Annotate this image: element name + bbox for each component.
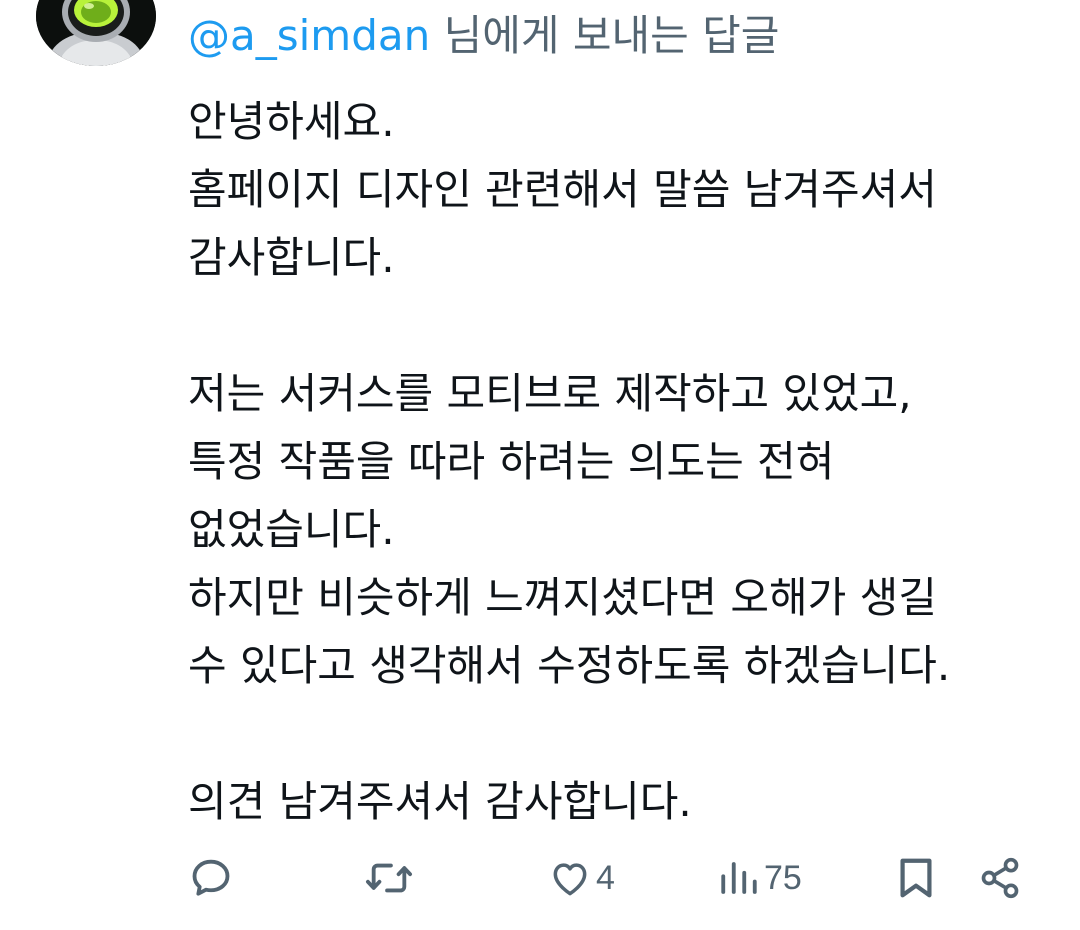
tweet-text-line: 특정 작품을 따라 하려는 의도는 전혀 (188, 437, 835, 486)
reply-context-suffix: 님에게 보내는 답글 (430, 11, 780, 60)
like-count: 4 (596, 858, 615, 897)
replied-user-handle[interactable]: @a_simdan (188, 11, 430, 60)
views-count: 75 (764, 858, 802, 897)
tweet-text: 안녕하세요. 홈페이지 디자인 관련해서 말씀 남겨주셔서 감사합니다. 저는 … (188, 88, 1058, 836)
heart-icon (553, 863, 587, 896)
tweet-text-line: 하지만 비슷하게 느껴지셨다면 오해가 생길 (188, 573, 937, 622)
tweet-text-line: 홈페이지 디자인 관련해서 말씀 남겨주셔서 (188, 165, 937, 214)
retweet-icon (365, 863, 412, 893)
tweet: @a_simdan 님에게 보내는 답글 안녕하세요. 홈페이지 디자인 관련해… (0, 0, 1080, 930)
avatar[interactable] (36, 0, 156, 66)
tweet-action-bar: 4 75 (0, 850, 1080, 906)
reply-context: @a_simdan 님에게 보내는 답글 (188, 10, 779, 62)
tweet-text-line: 의견 남겨주셔서 감사합니다. (188, 777, 692, 826)
retweet-button[interactable] (364, 850, 414, 906)
tweet-text-line: 안녕하세요. (188, 97, 395, 146)
reply-button[interactable] (188, 850, 234, 906)
astronaut-avatar-image (36, 0, 156, 66)
bookmark-button[interactable] (896, 850, 936, 906)
tweet-text-line: 수 있다고 생각해서 수정하도록 하겠습니다. (188, 641, 951, 690)
views-icon (721, 862, 757, 894)
tweet-text-line: 없었습니다. (188, 505, 395, 554)
bookmark-icon (900, 858, 932, 898)
like-button[interactable]: 4 (548, 850, 615, 906)
views-button[interactable]: 75 (718, 850, 802, 906)
tweet-text-line: 감사합니다. (188, 233, 395, 282)
share-button[interactable] (978, 850, 1022, 906)
reply-icon (192, 859, 230, 896)
tweet-text-line: 저는 서커스를 모티브로 제작하고 있었고, (188, 369, 912, 418)
share-icon (981, 857, 1019, 899)
